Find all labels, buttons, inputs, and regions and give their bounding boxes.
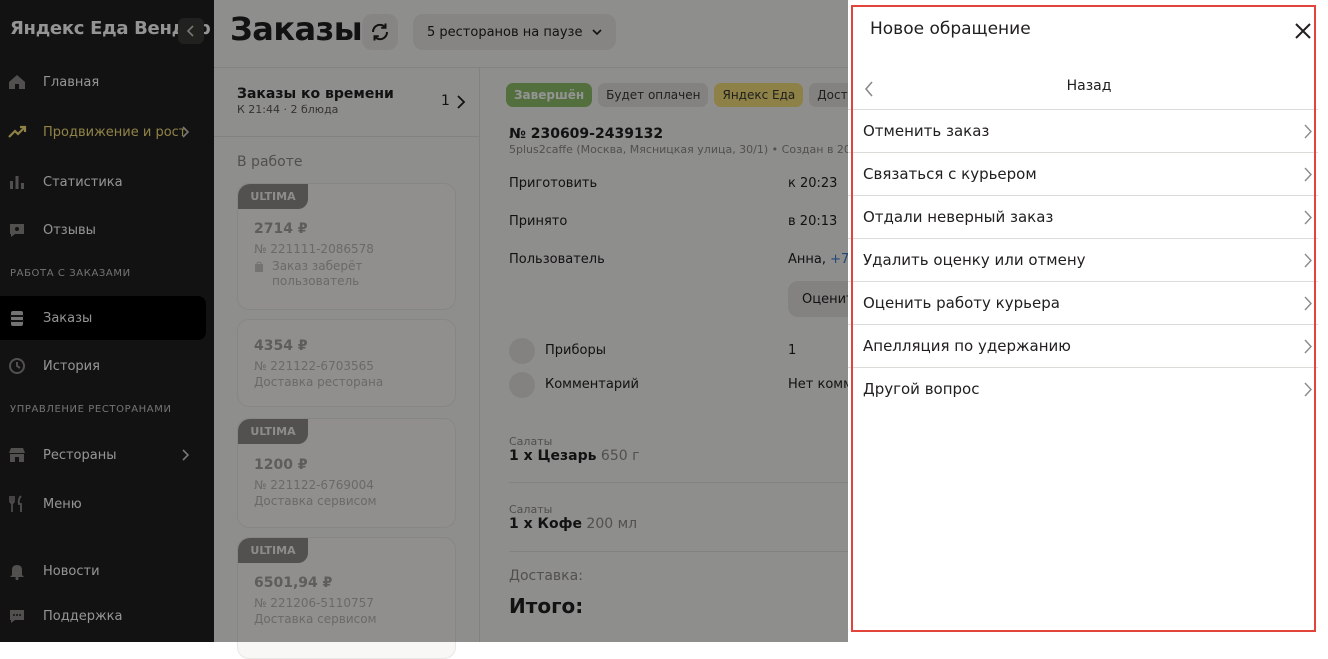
chevron-right-icon	[1304, 339, 1312, 354]
chevron-right-icon	[1304, 253, 1312, 268]
close-icon[interactable]	[1294, 22, 1312, 40]
request-topics-list: Отменить заказ Связаться с курьером Отда…	[848, 109, 1318, 410]
menu-item-label: Другой вопрос	[863, 380, 980, 398]
back-button[interactable]: Назад	[848, 69, 1318, 109]
menu-item-label: Отменить заказ	[863, 122, 990, 140]
menu-item-rate-courier[interactable]: Оценить работу курьера	[848, 281, 1318, 324]
modal-backdrop[interactable]	[0, 0, 848, 642]
menu-item-cancel-order[interactable]: Отменить заказ	[848, 109, 1318, 152]
menu-item-label: Удалить оценку или отмену	[863, 251, 1086, 269]
back-label: Назад	[1066, 78, 1112, 94]
panel-title: Новое обращение	[870, 19, 1031, 39]
new-request-panel: Новое обращение Назад Отменить заказ Свя…	[848, 0, 1328, 642]
menu-item-label: Отдали неверный заказ	[863, 208, 1054, 226]
chevron-right-icon	[1304, 382, 1312, 397]
menu-item-wrong-order[interactable]: Отдали неверный заказ	[848, 195, 1318, 238]
chevron-right-icon	[1304, 124, 1312, 139]
chevron-right-icon	[1304, 296, 1312, 311]
menu-item-withholding-appeal[interactable]: Апелляция по удержанию	[848, 324, 1318, 367]
menu-item-label: Связаться с курьером	[863, 165, 1037, 183]
menu-item-label: Оценить работу курьера	[863, 294, 1060, 312]
menu-item-other-question[interactable]: Другой вопрос	[848, 367, 1318, 410]
chevron-right-icon	[1304, 210, 1312, 225]
chevron-right-icon	[1304, 167, 1312, 182]
menu-item-remove-rating[interactable]: Удалить оценку или отмену	[848, 238, 1318, 281]
menu-item-label: Апелляция по удержанию	[863, 337, 1071, 355]
menu-item-contact-courier[interactable]: Связаться с курьером	[848, 152, 1318, 195]
